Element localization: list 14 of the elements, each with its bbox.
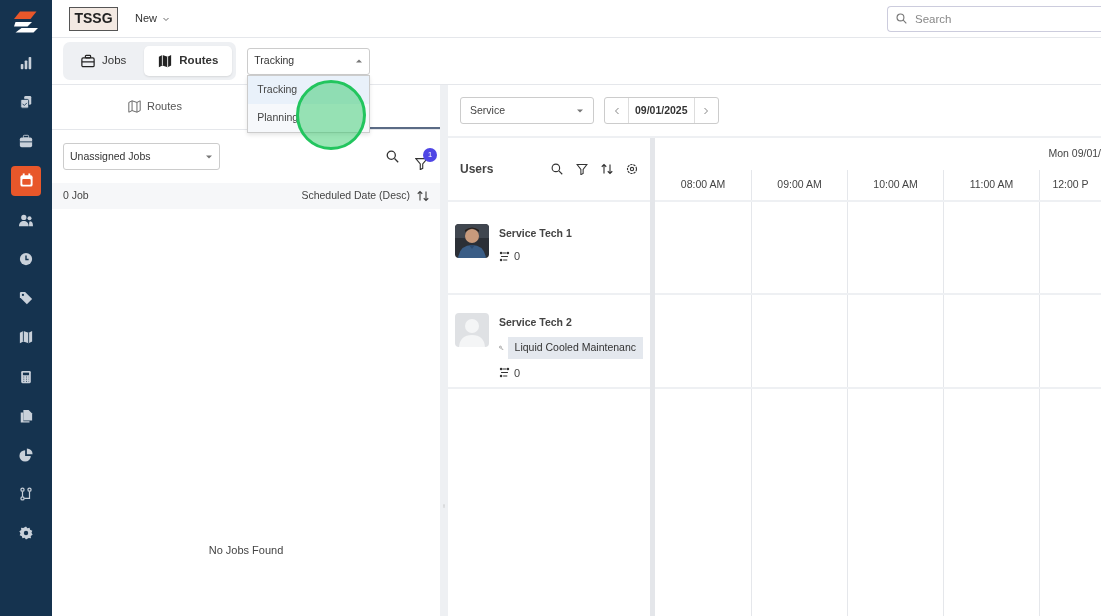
hour-header: 11:00 AM [943,170,1039,200]
hour-header: 09:00 AM [751,170,847,200]
job-count: 0 Job [63,188,89,204]
empty-message: No Jobs Found [208,542,284,558]
hour-header: 12:00 P [1039,170,1101,200]
route-count: 0 [514,248,521,264]
hour-header: 10:00 AM [847,170,943,200]
hour-header: 08:00 AM [679,177,727,193]
route-count: 0 [514,365,521,381]
users-title: Users [460,161,494,178]
user-name: Service Tech 2 [499,315,573,330]
day-header: Mon 09/01/ [1048,146,1101,162]
skill-tag: Liquid Cooled Maintenanc [507,336,643,359]
user-name: Service Tech 1 [499,226,572,241]
